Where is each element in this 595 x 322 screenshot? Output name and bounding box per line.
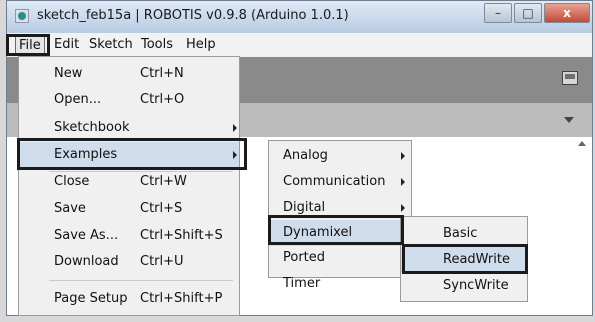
menu-item-examples[interactable]: Examples xyxy=(19,142,239,168)
menu-item-label: Save As... xyxy=(54,228,119,243)
submenu-item-label: Timer xyxy=(283,276,321,291)
submenu-item-dynamixel[interactable]: Dynamixel xyxy=(269,220,411,246)
submenu-item-label: ReadWrite xyxy=(443,252,510,267)
chevron-right-icon xyxy=(401,204,405,212)
menu-item-label: Close xyxy=(54,174,90,189)
examples-submenu: Analog Communication Digital Dynamixel P… xyxy=(268,140,412,291)
dynamixel-submenu: Basic ReadWrite SyncWrite xyxy=(400,216,528,302)
submenu-item-syncwrite[interactable]: SyncWrite xyxy=(401,273,527,299)
menu-item-download[interactable]: Download Ctrl+U xyxy=(19,249,239,275)
menu-item-shortcut: Ctrl+W xyxy=(140,174,187,189)
serial-monitor-icon[interactable] xyxy=(562,71,578,85)
menu-item-sketchbook[interactable]: Sketchbook xyxy=(19,115,239,141)
app-icon xyxy=(15,9,29,23)
submenu-item-communication[interactable]: Communication xyxy=(269,169,411,195)
menu-tools[interactable]: Tools xyxy=(138,36,176,53)
menu-item-open[interactable]: Open... Ctrl+O xyxy=(19,87,239,113)
close-button[interactable]: x xyxy=(544,3,590,23)
menu-item-shortcut: Ctrl+N xyxy=(140,66,184,81)
menu-item-save-as[interactable]: Save As... Ctrl+Shift+S xyxy=(19,223,239,249)
menu-item-new[interactable]: New Ctrl+N xyxy=(19,61,239,87)
menu-item-label: Save xyxy=(54,201,86,216)
menu-item-save[interactable]: Save Ctrl+S xyxy=(19,196,239,222)
menu-item-close[interactable]: Close Ctrl+W xyxy=(19,169,239,195)
menu-item-shortcut: Ctrl+Shift+S xyxy=(140,228,223,243)
menu-item-label: Open... xyxy=(54,92,102,107)
menu-file[interactable]: File xyxy=(15,36,45,55)
submenu-item-digital[interactable]: Digital xyxy=(269,195,411,221)
window-title: sketch_feb15a | ROBOTIS v0.9.8 (Arduino … xyxy=(37,8,349,23)
submenu-item-label: Digital xyxy=(283,200,326,215)
menu-item-label: Page Setup xyxy=(54,291,128,306)
chevron-right-icon xyxy=(233,151,237,159)
chevron-right-icon xyxy=(401,178,405,186)
maximize-button[interactable]: □ xyxy=(514,3,542,23)
submenu-item-label: Dynamixel xyxy=(283,225,353,240)
submenu-item-label: SyncWrite xyxy=(443,278,509,293)
submenu-item-timer[interactable]: Timer xyxy=(269,271,411,297)
chevron-right-icon xyxy=(401,152,405,160)
submenu-item-analog[interactable]: Analog xyxy=(269,143,411,169)
scroll-up-icon[interactable] xyxy=(578,141,586,146)
menu-item-page-setup[interactable]: Page Setup Ctrl+Shift+P xyxy=(19,286,239,312)
file-menu: New Ctrl+N Open... Ctrl+O Sketchbook Exa… xyxy=(18,56,240,316)
menu-edit[interactable]: Edit xyxy=(51,36,82,53)
menu-item-shortcut: Ctrl+Shift+P xyxy=(140,291,223,306)
submenu-item-readwrite[interactable]: ReadWrite xyxy=(401,247,527,273)
title-bar: sketch_feb15a | ROBOTIS v0.9.8 (Arduino … xyxy=(7,1,592,33)
menu-item-label: Sketchbook xyxy=(54,120,130,135)
submenu-item-label: Analog xyxy=(283,148,328,163)
menu-item-shortcut: Ctrl+S xyxy=(140,201,183,216)
chevron-right-icon xyxy=(233,124,237,132)
chevron-down-icon[interactable] xyxy=(564,117,574,123)
submenu-item-ported[interactable]: Ported xyxy=(269,245,411,271)
submenu-item-label: Communication xyxy=(283,174,386,189)
menu-item-label: New xyxy=(54,66,83,81)
window-controls: – □ x xyxy=(484,3,590,23)
minimize-button[interactable]: – xyxy=(484,3,512,23)
menu-item-shortcut: Ctrl+U xyxy=(140,254,184,269)
menu-item-label: Examples xyxy=(54,147,118,162)
menu-divider xyxy=(49,280,233,281)
submenu-item-label: Basic xyxy=(443,226,478,241)
submenu-item-label: Ported xyxy=(283,250,326,265)
menu-help[interactable]: Help xyxy=(183,36,219,53)
menu-item-shortcut: Ctrl+O xyxy=(140,92,185,107)
menu-bar: File Edit Sketch Tools Help xyxy=(7,33,592,57)
menu-sketch[interactable]: Sketch xyxy=(86,36,136,53)
menu-item-label: Download xyxy=(54,254,119,269)
submenu-item-basic[interactable]: Basic xyxy=(401,221,527,247)
